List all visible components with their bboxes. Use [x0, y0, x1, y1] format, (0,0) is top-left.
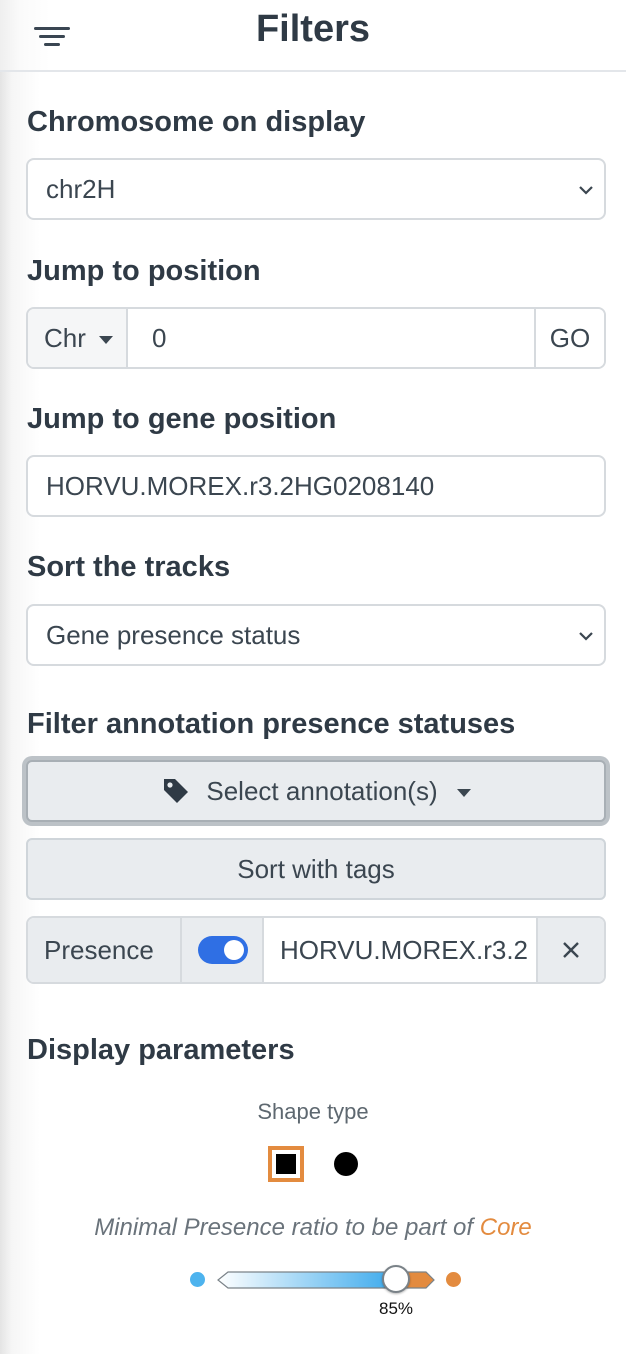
tag-icon	[164, 779, 189, 804]
filters-header: Filters	[0, 0, 626, 72]
core-dot	[446, 1272, 461, 1287]
annotation-filter-label: Filter annotation presence statuses	[27, 708, 516, 740]
gene-position-input[interactable]: HORVU.MOREX.r3.2HG0208140	[26, 455, 606, 517]
core-highlight: Core	[479, 1214, 532, 1241]
position-input[interactable]: 0	[128, 309, 534, 367]
core-ratio-label: Minimal Presence ratio to be part of Cor…	[0, 1214, 626, 1242]
jump-gene-label: Jump to gene position	[27, 403, 337, 435]
caret-down-icon	[456, 789, 471, 798]
chromosome-selected-value: chr2H	[46, 174, 116, 204]
shape-type-label: Shape type	[257, 1099, 369, 1124]
sort-tracks-selected-value: Gene presence status	[46, 620, 301, 650]
sort-tracks-select[interactable]: Gene presence status	[26, 604, 606, 666]
slider-handle[interactable]	[382, 1265, 410, 1293]
core-ratio-text: Minimal Presence ratio to be part of	[94, 1214, 480, 1241]
dispensable-dot	[190, 1272, 205, 1287]
presence-label: Presence	[28, 918, 182, 982]
chr-dropdown-label: Chr	[44, 323, 86, 353]
select-annotations-button[interactable]: Select annotation(s)	[26, 760, 606, 822]
chr-dropdown-button[interactable]: Chr	[28, 309, 128, 367]
select-annotations-label: Select annotation(s)	[206, 776, 438, 806]
jump-position-label: Jump to position	[27, 255, 261, 287]
square-shape-icon	[276, 1154, 296, 1174]
circle-shape-option[interactable]	[334, 1152, 358, 1176]
chromosome-select[interactable]: chr2H	[26, 158, 606, 220]
jump-position-group: Chr 0 GO	[26, 307, 606, 369]
sort-with-tags-button[interactable]: Sort with tags	[26, 838, 606, 900]
slider-value-label: 85%	[378, 1299, 414, 1318]
presence-filter-row: Presence HORVU.MOREX.r3.2	[26, 916, 606, 984]
presence-toggle[interactable]	[198, 936, 248, 964]
close-icon	[563, 942, 579, 958]
presence-annotation-input[interactable]: HORVU.MOREX.r3.2	[264, 918, 536, 982]
presence-toggle-cell	[182, 918, 264, 982]
display-parameters-label: Display parameters	[27, 1034, 295, 1066]
go-button[interactable]: GO	[534, 309, 604, 367]
chevron-down-icon	[579, 632, 593, 641]
sort-tracks-label: Sort the tracks	[27, 551, 231, 583]
caret-down-icon	[99, 336, 114, 345]
chromosome-label: Chromosome on display	[27, 106, 366, 138]
page-title: Filters	[255, 8, 371, 50]
toggle-knob	[224, 940, 244, 960]
square-shape-option[interactable]	[268, 1146, 304, 1182]
remove-filter-button[interactable]	[536, 918, 604, 982]
chevron-down-icon	[579, 186, 593, 195]
